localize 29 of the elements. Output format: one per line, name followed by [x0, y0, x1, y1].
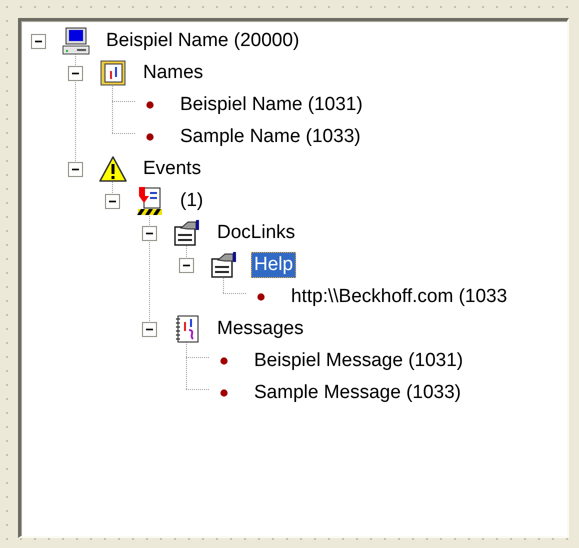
- tree-item[interactable]: Beispiel Message (1031): [251, 348, 466, 374]
- tree-item[interactable]: Sample Message (1033): [251, 380, 464, 406]
- warning-icon: [98, 155, 128, 183]
- notebook-icon: [99, 59, 127, 87]
- bullet-icon: [257, 293, 265, 301]
- bullet-icon: [146, 133, 154, 141]
- tree-item[interactable]: Beispiel Name (20000): [103, 28, 302, 54]
- tree-item[interactable]: http:\\Beckhoff.com (1033: [288, 284, 510, 310]
- tree-item[interactable]: Beispiel Name (1031): [177, 92, 366, 118]
- collapse-button[interactable]: [105, 194, 120, 208]
- computer-icon: [61, 26, 91, 56]
- collapse-button[interactable]: [142, 322, 157, 336]
- collapse-button[interactable]: [68, 66, 83, 80]
- tree-item[interactable]: Help: [251, 252, 296, 278]
- tree-item[interactable]: Sample Name (1033): [177, 124, 364, 150]
- tree-item[interactable]: DocLinks: [214, 220, 298, 246]
- tree-item[interactable]: Names: [140, 60, 206, 86]
- tree-item[interactable]: Events: [140, 156, 204, 182]
- collapse-button[interactable]: [31, 34, 46, 48]
- bullet-icon: [220, 389, 228, 397]
- collapse-button[interactable]: [142, 226, 157, 240]
- tree-item[interactable]: (1): [177, 188, 206, 214]
- tree-item[interactable]: Messages: [214, 316, 307, 342]
- collapse-button[interactable]: [179, 258, 194, 272]
- bullet-icon: [220, 357, 228, 365]
- event-icon: [135, 186, 165, 216]
- notebook-icon: [173, 314, 201, 344]
- collapse-button[interactable]: [68, 162, 83, 176]
- bullet-icon: [146, 101, 154, 109]
